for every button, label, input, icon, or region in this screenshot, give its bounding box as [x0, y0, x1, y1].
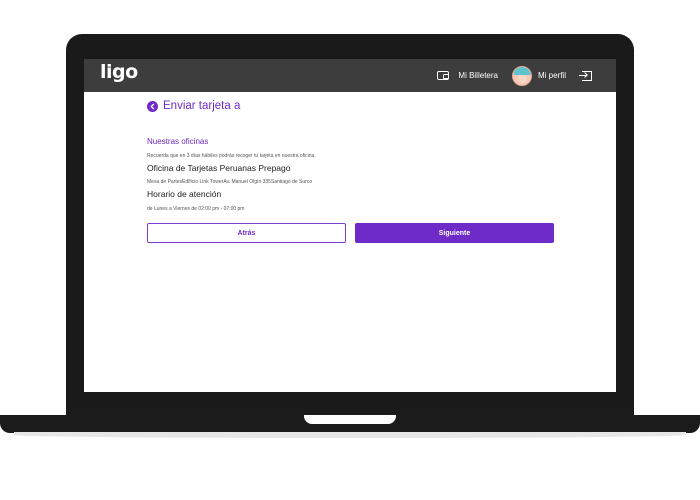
laptop-notch [304, 415, 396, 424]
back-arrow-icon[interactable] [147, 100, 158, 112]
profile-link[interactable]: Mi perfil [511, 65, 566, 86]
ligo-logo[interactable]: ligo [100, 61, 138, 83]
app-header: ligo Mi Billetera Mi perfil [84, 59, 616, 92]
page-title: Enviar tarjeta a [163, 100, 241, 112]
laptop-shadow [14, 432, 686, 438]
office-address: Mesa de PartesEdificio Link TowerAv. Man… [147, 179, 313, 185]
office-hours: de Lunes a Viernes de 02:00 pm - 07:00 p… [147, 206, 245, 212]
avatar [511, 65, 532, 86]
laptop-screen: ligo Mi Billetera Mi perfil Enviar tarje… [84, 59, 616, 392]
next-button[interactable]: Siguiente [355, 223, 554, 243]
wallet-label: Mi Billetera [458, 71, 498, 80]
wallet-link[interactable]: Mi Billetera [437, 71, 498, 80]
wallet-icon [437, 71, 450, 80]
header-nav: Mi Billetera Mi perfil [437, 59, 616, 92]
offices-section-title: Nuestras oficinas [147, 137, 209, 146]
back-button[interactable]: Atrás [147, 223, 346, 243]
office-name: Oficina de Tarjetas Peruanas Prepago [147, 163, 291, 173]
pickup-note: Recuerda que en 3 días hábiles podrás re… [147, 153, 316, 159]
logout-icon[interactable] [579, 70, 592, 81]
page-title-row: Enviar tarjeta a [147, 100, 240, 112]
hours-title: Horario de atención [147, 189, 222, 199]
profile-label: Mi perfil [537, 71, 566, 80]
